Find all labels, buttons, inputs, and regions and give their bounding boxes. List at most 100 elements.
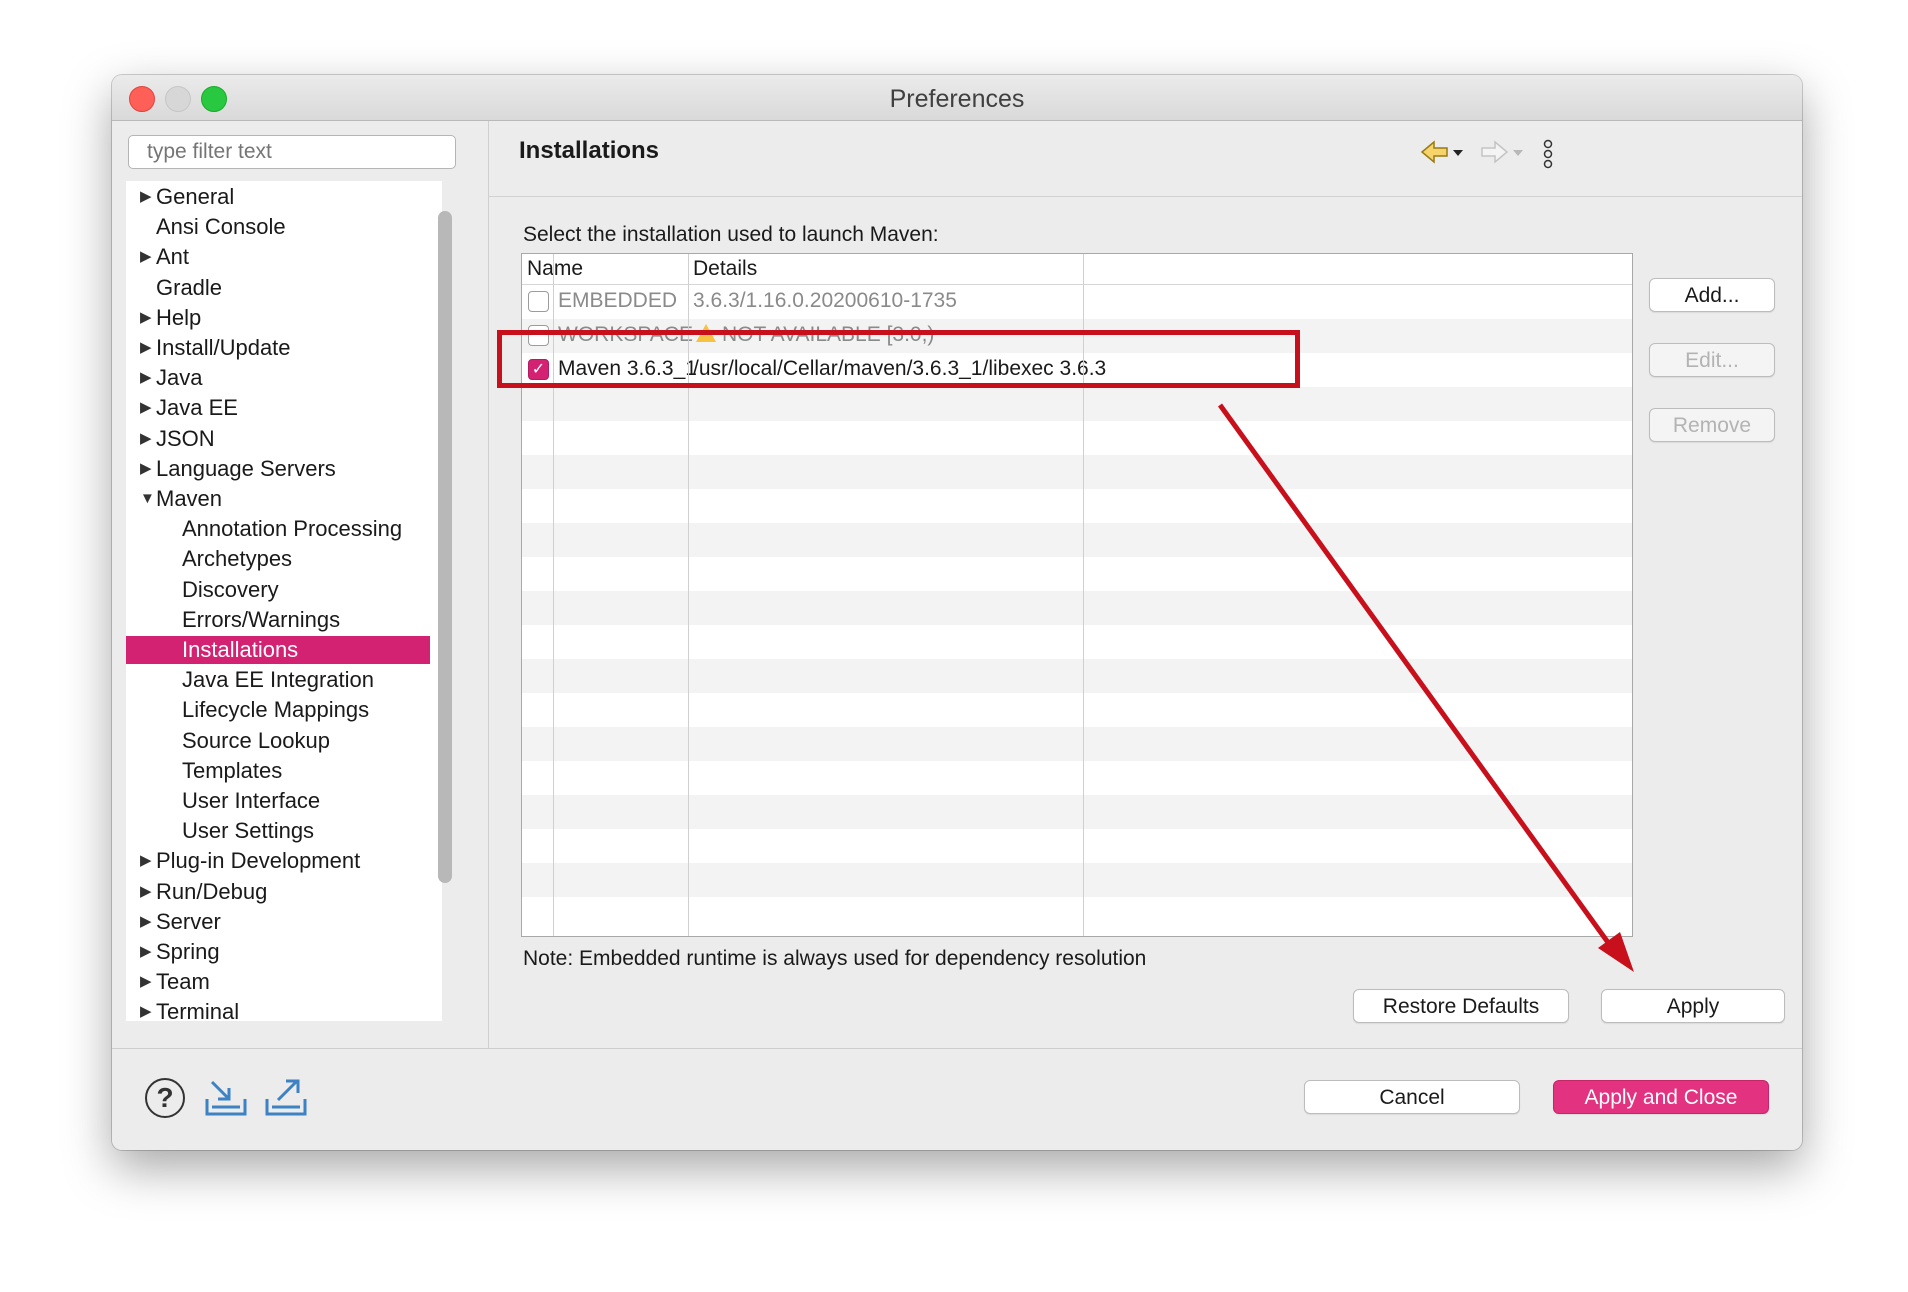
title-bar: Preferences [112, 75, 1802, 121]
back-arrow-icon[interactable] [1420, 139, 1466, 169]
tree-item-label: Help [156, 304, 202, 330]
tree-item-label: Errors/Warnings [182, 606, 341, 632]
tree-item[interactable]: ▶ Spring [126, 938, 430, 966]
tree-item[interactable]: Templates [126, 757, 430, 785]
tree-item[interactable]: Java EE Integration [126, 666, 430, 694]
tree-item-label: Lifecycle Mappings [182, 697, 370, 723]
tree-item[interactable]: ▶ Language Servers [126, 455, 430, 483]
tree-item[interactable]: Gradle [126, 274, 430, 302]
tree-item[interactable]: Source Lookup [126, 727, 430, 755]
help-icon[interactable]: ? [145, 1078, 185, 1118]
add-button[interactable]: Add... [1649, 278, 1775, 312]
tree-item[interactable]: ▶ JSON [126, 425, 430, 453]
collapsed-triangle-icon[interactable]: ▶ [140, 878, 154, 906]
installations-page: Installations Select the installation us… [488, 121, 1802, 1048]
installation-name: EMBEDDED [558, 289, 678, 312]
tree-item[interactable]: ▶ Run/Debug [126, 878, 430, 906]
tree-vertical-scrollbar[interactable] [438, 211, 452, 883]
tree-item[interactable]: User Interface [126, 787, 430, 815]
preferences-window: Preferences ▶GeneralAnsi Console▶AntGrad… [112, 75, 1802, 1150]
collapsed-triangle-icon[interactable]: ▶ [140, 455, 154, 483]
tree-item[interactable]: Installations [126, 636, 430, 664]
cancel-button[interactable]: Cancel [1304, 1080, 1520, 1114]
tree-item[interactable]: ▼ Maven [126, 485, 430, 513]
embedded-runtime-note: Note: Embedded runtime is always used fo… [523, 947, 1147, 970]
installation-checkbox[interactable] [528, 291, 549, 312]
page-description: Select the installation used to launch M… [523, 223, 939, 246]
installation-details: 3.6.3/1.16.0.20200610-1735 [693, 289, 957, 312]
tree-item-label: Install/Update [156, 335, 291, 360]
tree-item[interactable]: ▶ Server [126, 908, 430, 936]
collapsed-triangle-icon[interactable]: ▶ [140, 364, 154, 392]
tree-item-label: Server [156, 908, 221, 934]
dialog-button-bar: ? Cancel Apply and Close [112, 1048, 1802, 1150]
tree-item[interactable]: Ansi Console [126, 213, 430, 241]
tree-item[interactable]: ▶ Plug-in Development [126, 847, 430, 875]
tree-item-label: Maven [156, 486, 223, 511]
tree-item-label: General [156, 184, 235, 209]
tree-item[interactable]: User Settings [126, 817, 430, 845]
collapsed-triangle-icon[interactable]: ▶ [140, 908, 154, 936]
tree-item-label: Archetypes [182, 546, 293, 572]
collapsed-triangle-icon[interactable]: ▶ [140, 847, 154, 875]
tree-item-label: Templates [182, 757, 283, 783]
tree-item-label: Java [156, 365, 203, 391]
collapsed-triangle-icon[interactable]: ▶ [140, 998, 154, 1021]
collapsed-triangle-icon[interactable]: ▶ [140, 394, 154, 422]
tree-item-label: Run/Debug [156, 878, 268, 904]
tree-item-label: Ansi Console [156, 214, 286, 240]
tree-item[interactable]: Annotation Processing [126, 515, 430, 543]
preference-tree-pane: ▶GeneralAnsi Console▶AntGradle▶Help▶Inst… [112, 121, 487, 1085]
tree-item-label: Installations [182, 637, 299, 662]
tree-item-label: Language Servers [156, 455, 336, 481]
edit-button[interactable]: Edit... [1649, 343, 1775, 377]
tree-item[interactable]: ▶ Ant [126, 243, 430, 271]
collapsed-triangle-icon[interactable]: ▶ [140, 968, 154, 996]
tree-item[interactable]: Discovery [126, 576, 430, 604]
column-header-name[interactable]: Name [527, 257, 583, 281]
export-icon[interactable] [264, 1077, 308, 1117]
collapsed-triangle-icon[interactable]: ▶ [140, 304, 154, 332]
expanded-triangle-icon[interactable]: ▼ [140, 485, 155, 513]
import-icon[interactable] [204, 1077, 248, 1117]
tree-item-label: User Settings [182, 818, 315, 844]
tree-item[interactable]: ▶ Java [126, 364, 430, 392]
collapsed-triangle-icon[interactable]: ▶ [140, 183, 154, 211]
remove-button[interactable]: Remove [1649, 408, 1775, 442]
tree-item[interactable]: ▶ General [126, 183, 430, 211]
restore-defaults-button[interactable]: Restore Defaults [1353, 989, 1569, 1023]
tree-item-label: Java EE Integration [182, 667, 375, 693]
collapsed-triangle-icon[interactable]: ▶ [140, 243, 154, 271]
tree-item-label: Source Lookup [182, 727, 330, 753]
tree-item-label: Team [156, 969, 210, 995]
tree-item-label: Terminal [156, 999, 240, 1021]
tree-item[interactable]: ▶ Install/Update [126, 334, 430, 362]
tree-item[interactable]: Archetypes [126, 545, 430, 573]
page-title: Installations [519, 137, 660, 164]
page-header: Installations [489, 121, 1802, 197]
forward-arrow-icon [1480, 139, 1526, 169]
apply-and-close-button[interactable]: Apply and Close [1553, 1080, 1769, 1114]
preference-tree: ▶ General Ansi Console ▶ Ant Gradle ▶ Help ▶ Inst… [126, 181, 442, 1021]
tree-item-label: Plug-in Development [156, 848, 361, 874]
tree-item[interactable]: ▶ Java EE [126, 394, 430, 422]
tree-item[interactable]: Errors/Warnings [126, 606, 430, 634]
tree-item[interactable]: ▶ Team [126, 968, 430, 996]
tree-item-label: Annotation Processing [182, 516, 403, 542]
tree-item-label: Java EE [156, 395, 238, 421]
collapsed-triangle-icon[interactable]: ▶ [140, 938, 154, 966]
filter-input[interactable] [128, 135, 456, 169]
tree-item-label: Gradle [156, 274, 223, 300]
tree-item-label: Ant [156, 244, 190, 270]
column-header-details[interactable]: Details [693, 257, 757, 281]
tree-item-label: Discovery [182, 576, 279, 602]
tree-item[interactable]: Lifecycle Mappings [126, 696, 430, 724]
tree-item[interactable]: ▶ Help [126, 304, 430, 332]
apply-button[interactable]: Apply [1601, 989, 1785, 1023]
tree-item-label: Spring [156, 939, 220, 964]
highlight-selected-installation-box [497, 330, 1300, 388]
tree-item[interactable]: ▶ Terminal [126, 998, 430, 1021]
collapsed-triangle-icon[interactable]: ▶ [140, 334, 154, 362]
collapsed-triangle-icon[interactable]: ▶ [140, 425, 154, 453]
vertical-dots-menu-icon[interactable] [1541, 139, 1555, 171]
